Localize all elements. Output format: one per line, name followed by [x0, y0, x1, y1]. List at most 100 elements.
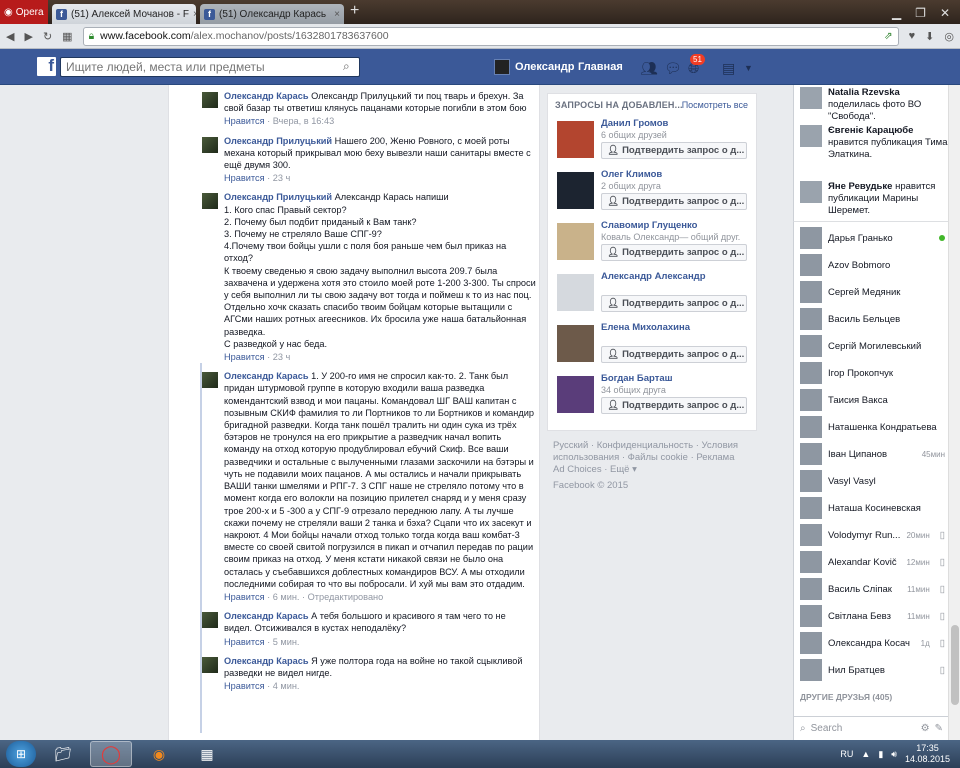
compose-icon[interactable]: ✎: [935, 723, 943, 734]
reload-icon[interactable]: ↻: [43, 30, 52, 43]
opera-menu-button[interactable]: ◉ Opera: [0, 0, 48, 24]
clock[interactable]: 17:35 14.08.2015: [905, 743, 950, 765]
network-icon[interactable]: ▮: [878, 749, 883, 760]
comment-time[interactable]: 4 мин.: [273, 681, 300, 691]
chat-search-bar[interactable]: ⌕ Search ⚙ ✎: [794, 716, 949, 740]
start-button[interactable]: ⊞: [6, 741, 36, 767]
confirm-request-button[interactable]: 👤︎ Подтвердить запрос о д...: [601, 193, 747, 210]
like-link[interactable]: Нравится: [224, 592, 265, 602]
close-window-icon[interactable]: ✕: [940, 6, 950, 20]
requester-name[interactable]: Славомир Глущенко: [601, 220, 697, 231]
scrollbar-thumb[interactable]: [951, 625, 959, 705]
requester-avatar[interactable]: [557, 121, 594, 158]
comment-author[interactable]: Олександр Карась: [224, 371, 309, 381]
chat-contact[interactable]: Таисия Вакса: [800, 389, 945, 411]
chat-contact[interactable]: Сергей Медяник: [800, 281, 945, 303]
new-tab-button[interactable]: +: [350, 2, 359, 24]
tab-1[interactable]: f (51) Алексей Мочанов - F ×: [52, 4, 196, 24]
bookmark-heart-icon[interactable]: ♥: [909, 30, 916, 42]
chat-contact[interactable]: Василь Сліпак 11мин ▯: [800, 578, 945, 600]
commenter-avatar[interactable]: [202, 612, 218, 629]
settings-dropdown-icon[interactable]: ▼: [744, 63, 753, 73]
close-tab-icon[interactable]: ×: [193, 9, 196, 20]
commenter-avatar[interactable]: [202, 193, 218, 210]
calculator-taskbar-icon[interactable]: ▦: [186, 741, 228, 767]
confirm-request-button[interactable]: 👤︎ Подтвердить запрос о д...: [601, 346, 747, 363]
opera-turbo-icon[interactable]: ◎: [944, 30, 954, 43]
like-link[interactable]: Нравится: [224, 173, 265, 183]
url-field[interactable]: 🔒︎ www.facebook.com/alex.mochanov/posts/1…: [82, 26, 899, 46]
profile-link[interactable]: Олександр: [494, 59, 574, 75]
footer-links-2[interactable]: использования · Файлы cookie · Реклама: [553, 452, 753, 464]
comment-time[interactable]: Вчера, в 16:43: [273, 116, 334, 126]
chat-contact[interactable]: Дарья Гранько: [800, 227, 945, 249]
requester-avatar[interactable]: [557, 274, 594, 311]
page-scrollbar[interactable]: [948, 85, 960, 740]
comment-time[interactable]: 23 ч: [273, 173, 291, 183]
chat-contact[interactable]: Volodymyr Run... 20мин ▯: [800, 524, 945, 546]
speed-dial-icon[interactable]: ▦: [62, 30, 72, 43]
chat-contact[interactable]: Azov Bobmoro: [800, 254, 945, 276]
like-link[interactable]: Нравится: [224, 637, 265, 647]
confirm-request-button[interactable]: 👤︎ Подтвердить запрос о д...: [601, 295, 747, 312]
requester-name[interactable]: Богдан Барташ: [601, 373, 673, 384]
like-link[interactable]: Нравится: [224, 681, 265, 691]
chat-contact[interactable]: Alexandar Kovič 12мин ▯: [800, 551, 945, 573]
requester-avatar[interactable]: [557, 172, 594, 209]
opera-taskbar-icon[interactable]: ◯: [90, 741, 132, 767]
commenter-avatar[interactable]: [202, 92, 218, 108]
confirm-request-button[interactable]: 👤︎ Подтвердить запрос о д...: [601, 142, 747, 159]
requester-name[interactable]: Елена Михолахина: [601, 322, 690, 333]
requester-avatar[interactable]: [557, 325, 594, 362]
footer-links-1[interactable]: Русский · Конфиденциальность · Условия: [553, 440, 753, 452]
language-indicator[interactable]: RU: [840, 749, 853, 759]
close-tab-icon[interactable]: ×: [334, 9, 340, 20]
chat-contact[interactable]: Іван Ципанов 45мин: [800, 443, 945, 465]
forward-icon[interactable]: ▶: [24, 30, 32, 43]
see-all-link[interactable]: Посмотреть все: [682, 100, 748, 110]
chat-contact[interactable]: Наташа Косиневская: [800, 497, 945, 519]
commenter-avatar[interactable]: [202, 136, 218, 153]
download-icon[interactable]: ⬇: [925, 30, 934, 43]
search-input[interactable]: [60, 57, 360, 77]
tray-arrow-icon[interactable]: ▲: [861, 749, 870, 759]
ticker-item[interactable]: Яне Ревудьке нравится публикации Марины …: [800, 181, 948, 217]
back-icon[interactable]: ◀: [6, 30, 14, 43]
chat-contact[interactable]: Ігор Прокопчук: [800, 362, 945, 384]
ticker-item[interactable]: Natalia Rzevska поделилась фото ВО "Своб…: [800, 87, 948, 123]
ticker-item[interactable]: Євгеніє Карацюбе нравится публикация Тим…: [800, 125, 948, 161]
commenter-avatar[interactable]: [202, 656, 218, 673]
comment-time[interactable]: 23 ч: [273, 352, 291, 362]
comment-author[interactable]: Олександр Карась: [224, 91, 309, 101]
firefox-taskbar-icon[interactable]: ◉: [138, 741, 180, 767]
privacy-icon[interactable]: ▤: [722, 60, 735, 77]
chat-contact[interactable]: Сергій Могилевський: [800, 335, 945, 357]
comment-author[interactable]: Олександр Прилуцький: [224, 136, 332, 146]
commenter-avatar[interactable]: [202, 372, 218, 389]
friend-requests-icon[interactable]: 👥︎: [640, 60, 658, 77]
share-icon[interactable]: ⇗: [884, 30, 893, 42]
like-link[interactable]: Нравится: [224, 352, 265, 362]
comment-author[interactable]: Олександр Карась: [224, 656, 309, 666]
requester-avatar[interactable]: [557, 376, 594, 413]
facebook-logo-icon[interactable]: f: [37, 56, 56, 76]
messages-icon[interactable]: 💬︎: [664, 60, 682, 77]
chat-contact[interactable]: Наташенка Кондратьева: [800, 416, 945, 438]
comment-author[interactable]: Олександр Прилуцький: [224, 192, 332, 202]
chat-contact[interactable]: Олександра Косач 1д ▯: [800, 632, 945, 654]
edited-label[interactable]: Отредактировано: [308, 592, 384, 602]
requester-name[interactable]: Данил Громов: [601, 118, 668, 129]
like-link[interactable]: Нравится: [224, 116, 265, 126]
minimize-icon[interactable]: ▁: [892, 6, 901, 20]
explorer-taskbar-icon[interactable]: 📁︎: [42, 741, 84, 767]
chat-contact[interactable]: Нил Братцев ▯: [800, 659, 945, 681]
gear-icon[interactable]: ⚙: [921, 723, 930, 734]
requester-name[interactable]: Александр Александр: [601, 271, 706, 282]
comment-time[interactable]: 5 мин.: [273, 637, 300, 647]
chat-contact[interactable]: Світлана Бевз 11мин ▯: [800, 605, 945, 627]
confirm-request-button[interactable]: 👤︎ Подтвердить запрос о д...: [601, 244, 747, 261]
confirm-request-button[interactable]: 👤︎ Подтвердить запрос о д...: [601, 397, 747, 414]
footer-links-3[interactable]: Ad Choices · Ещё ▾: [553, 464, 753, 476]
requester-name[interactable]: Олег Климов: [601, 169, 662, 180]
requester-avatar[interactable]: [557, 223, 594, 260]
